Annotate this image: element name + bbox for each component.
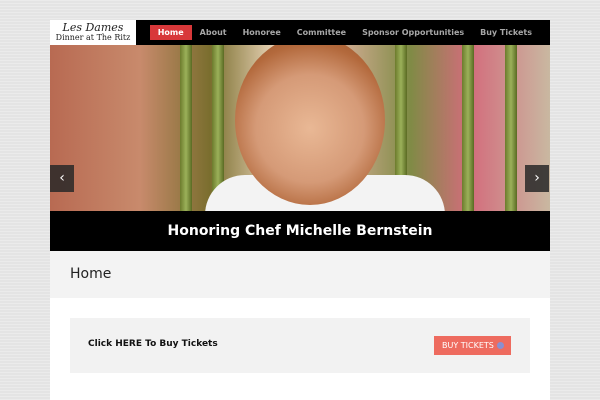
slider-next-button[interactable]: › [525,165,549,192]
page-title: Home [70,266,112,282]
top-navigation-bar: Les Dames Dinner at The Ritz Home About … [50,20,550,45]
buy-tickets-button[interactable]: BUY TICKETS [434,336,511,355]
buy-tickets-callout: Click HERE To Buy Tickets BUY TICKETS [70,318,530,373]
page-container: Les Dames Dinner at The Ritz Home About … [50,20,550,400]
slider-prev-button[interactable]: ‹ [50,165,74,192]
nav-item-honoree[interactable]: Honoree [235,25,289,40]
callout-text[interactable]: Click HERE To Buy Tickets [88,339,218,349]
nav-item-buy-tickets[interactable]: Buy Tickets [472,25,540,40]
logo-subtitle: Dinner at The Ritz [55,33,131,42]
hero-caption: Honoring Chef Michelle Bernstein [50,211,550,251]
hero-bamboo-decoration [505,45,517,231]
ticket-icon [497,342,504,349]
hero-bamboo-decoration [180,45,192,231]
chevron-right-icon: › [534,170,540,186]
nav-item-home[interactable]: Home [149,25,192,40]
nav-item-sponsor-opportunities[interactable]: Sponsor Opportunities [354,25,472,40]
page-header [50,251,550,298]
chevron-left-icon: ‹ [59,170,65,186]
nav-item-about[interactable]: About [192,25,235,40]
main-nav: Home About Honoree Committee Sponsor Opp… [149,25,540,40]
hero-bamboo-decoration [462,45,474,231]
logo-title: Les Dames [62,21,124,34]
hero-slider: ‹ › [50,45,550,231]
nav-item-committee[interactable]: Committee [289,25,354,40]
buy-tickets-button-label: BUY TICKETS [442,341,494,350]
site-logo[interactable]: Les Dames Dinner at The Ritz [50,20,136,45]
